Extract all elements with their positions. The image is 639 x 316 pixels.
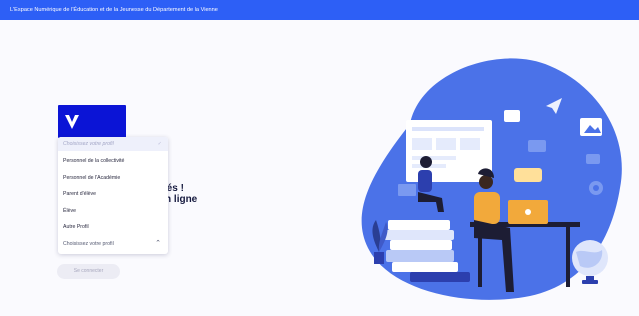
profile-option-collectivite[interactable]: Personnel de la collectivité [63,157,124,165]
small-laptop [398,184,416,196]
folder-icon [504,110,520,122]
profile-option-parent[interactable]: Parent d'élève [63,190,96,198]
chevron-up-icon[interactable]: ⌃ [155,239,161,247]
plant-pot [374,252,384,264]
profile-option-autre[interactable]: Autre Profil [63,223,89,231]
profile-option-academie[interactable]: Personnel de l'Académie [63,174,120,182]
top-banner: L'Espace Numérique de l'Éducation et de … [0,0,639,20]
person-sitting-head [420,156,432,168]
workspace-illustration [361,58,622,300]
book-stack [388,220,450,230]
v-logo-icon [65,115,79,129]
site-title: L'Espace Numérique de l'Éducation et de … [10,7,218,13]
logo [58,105,126,138]
check-icon: ✓ [157,141,162,147]
connect-button[interactable]: Se connecter [57,264,120,279]
profile-option-eleve[interactable]: Élève [63,207,76,215]
chat-bubble-icon [514,168,542,182]
profile-select-label[interactable]: Choisissez votre profil [63,241,114,247]
profile-dropdown[interactable]: Choisissez votre profil ✓ Personnel de l… [58,137,168,254]
profile-select-placeholder[interactable]: Choisissez votre profil ✓ [58,137,168,151]
